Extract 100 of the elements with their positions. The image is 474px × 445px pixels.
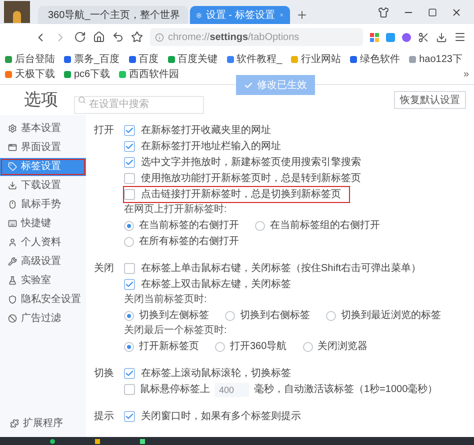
tag-icon [8, 162, 17, 171]
sidebar-item[interactable]: 下载设置 [0, 176, 86, 194]
checkbox[interactable] [124, 384, 135, 395]
shirt-icon[interactable] [378, 6, 389, 18]
option-label: 使用拖放功能打开新标签页时，总是转到新标签页 [141, 172, 361, 186]
more-bookmarks-button[interactable]: » [463, 67, 469, 82]
sidebar-item[interactable]: 快捷键 [0, 214, 86, 232]
option-label: 在新标签打开收藏夹里的网址 [141, 124, 271, 138]
option-label: 在当前标签的右侧打开 [139, 218, 239, 233]
flask-icon [8, 276, 17, 285]
option-label: 在所有标签的右侧打开 [139, 234, 239, 249]
site-icon [168, 56, 175, 62]
sidebar-item[interactable]: 个人资料 [0, 234, 86, 252]
option-label: 在标签上单击鼠标右键，关闭标签（按住Shift右击可弹出菜单） [141, 262, 422, 276]
option-label: 在当前标签组的右侧打开 [270, 218, 380, 233]
sidebar-item[interactable]: 隐私安全设置 [0, 290, 86, 308]
bookmark-item[interactable]: 行业网站 [291, 52, 342, 66]
info-icon [155, 32, 164, 42]
option-label: 切换到右侧标签 [240, 308, 310, 323]
option-label: 打开新标签页 [139, 340, 199, 354]
undo-icon[interactable] [112, 31, 124, 43]
checkbox[interactable] [124, 263, 135, 274]
bookmark-item[interactable]: 天极下载 [5, 68, 55, 82]
bookmark-item[interactable]: 软件教程_ [226, 52, 282, 66]
site-icon [291, 56, 298, 62]
address-bar[interactable]: chrome://settings/tabOptions [150, 28, 363, 46]
sidebar-item[interactable]: 扩展程序 [0, 413, 86, 433]
close-icon[interactable] [451, 6, 462, 18]
checkbox[interactable] [124, 189, 135, 200]
extension-icon[interactable] [370, 32, 379, 42]
reload-icon[interactable] [74, 31, 86, 43]
checkbox[interactable] [124, 279, 135, 290]
search-field[interactable]: 在设置中搜索 [74, 96, 204, 114]
radio-button[interactable] [124, 236, 134, 246]
section-title: 切换 [94, 366, 115, 381]
option-label: 在标签上双击鼠标左键，关闭标签 [141, 278, 291, 292]
bookmark-item[interactable]: pc6下载 [64, 68, 110, 82]
site-icon [119, 71, 126, 78]
bookmark-item[interactable]: 西西软件园 [119, 68, 180, 82]
app-icon[interactable] [140, 438, 145, 444]
checkbox[interactable] [124, 125, 135, 136]
option-label: 关闭浏览器 [318, 340, 368, 354]
sidebar-item[interactable]: 界面设置 [0, 138, 86, 156]
app-icon[interactable] [50, 438, 55, 444]
radio-button[interactable] [302, 342, 313, 352]
bookmark-item[interactable]: 绿色软件 [350, 52, 400, 66]
gear-icon [8, 124, 17, 133]
bookmark-item[interactable]: 后台登陆 [5, 52, 55, 66]
download-icon [8, 181, 17, 190]
browser-tab[interactable]: 360导航_一个主页，整个世界 [38, 6, 188, 24]
bookmark-item[interactable]: hao123下 [409, 52, 462, 66]
sidebar-item[interactable]: 鼠标手势 [0, 196, 86, 214]
new-tab-icon[interactable] [296, 9, 308, 21]
site-icon [350, 56, 358, 62]
star-icon[interactable] [131, 31, 143, 43]
check-icon [125, 412, 134, 421]
avatar[interactable] [4, 1, 30, 23]
shield-icon [8, 295, 17, 304]
maximize-icon[interactable] [428, 8, 437, 16]
sidebar-item[interactable]: 基本设置 [0, 120, 86, 138]
radio-button[interactable] [124, 220, 134, 230]
checkbox[interactable] [124, 368, 135, 379]
radio-button[interactable] [124, 310, 134, 320]
reset-defaults-button[interactable]: 恢复默认设置 [394, 91, 466, 109]
site-icon [5, 71, 12, 78]
option-label: 关闭窗口时，如果有多个标签则提示 [141, 410, 301, 424]
sidebar-item[interactable]: 广告过滤 [0, 310, 86, 328]
ban-icon [8, 314, 17, 323]
checkbox[interactable] [124, 173, 135, 184]
radio-button[interactable] [255, 220, 265, 230]
app-icon[interactable] [95, 438, 100, 444]
download-icon[interactable] [436, 32, 447, 42]
option-label: 毫秒，自动激活该标签（1秒=1000毫秒） [254, 382, 438, 397]
option-label: 点击链接打开新标签时，总是切换到新标签页 [141, 188, 341, 202]
check-icon [244, 80, 253, 90]
option-caption: 关闭当前标签页时: [124, 293, 208, 307]
option-label: 在新标签打开地址栏输入的网址 [141, 140, 281, 154]
radio-button[interactable] [124, 342, 134, 352]
sidebar-item[interactable]: 高级设置 [0, 252, 86, 270]
scissors-icon[interactable] [418, 32, 429, 42]
option-label: 在标签上滚动鼠标滚轮，切换标签 [141, 366, 291, 381]
mouse-icon [8, 200, 17, 209]
radio-button[interactable] [225, 310, 235, 320]
site-icon [409, 56, 416, 62]
option-label: 选中文字并拖放时，新建标签页使用搜索引擎搜索 [141, 156, 361, 170]
bookmark-item[interactable]: 票务_百度 [64, 52, 120, 66]
radio-button[interactable] [215, 342, 225, 352]
checkbox[interactable] [124, 411, 135, 422]
home-icon[interactable] [93, 31, 105, 43]
radio-button[interactable] [326, 310, 336, 320]
check-icon [125, 369, 134, 378]
checkbox[interactable] [124, 157, 135, 168]
site-icon [64, 56, 71, 62]
section-title: 关闭 [94, 262, 115, 276]
menu-icon[interactable] [454, 31, 466, 43]
bookmark-item[interactable]: 百度关键 [168, 52, 218, 66]
checkbox[interactable] [124, 141, 135, 152]
bookmark-item[interactable]: 百度 [128, 52, 159, 66]
sidebar-item[interactable]: 实验室 [0, 272, 86, 290]
search-icon [78, 96, 86, 104]
